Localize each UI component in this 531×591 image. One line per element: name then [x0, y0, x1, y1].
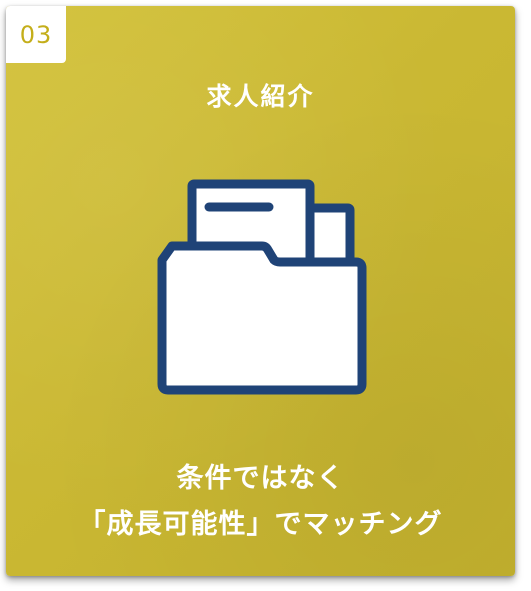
description-line-2: 「成長可能性」でマッチング [78, 509, 443, 540]
card-title: 求人紹介 [206, 82, 315, 111]
card-number: 03 [19, 20, 53, 49]
description-line-1: 条件ではなく [176, 463, 345, 494]
card-description: 条件ではなく 「成長可能性」でマッチング [6, 456, 515, 548]
card-number-badge: 03 [6, 6, 66, 63]
folder-with-documents-icon [157, 179, 367, 395]
service-card: 03 求人紹介 条件ではなく 「成長可能性」でマッチング [6, 6, 515, 576]
